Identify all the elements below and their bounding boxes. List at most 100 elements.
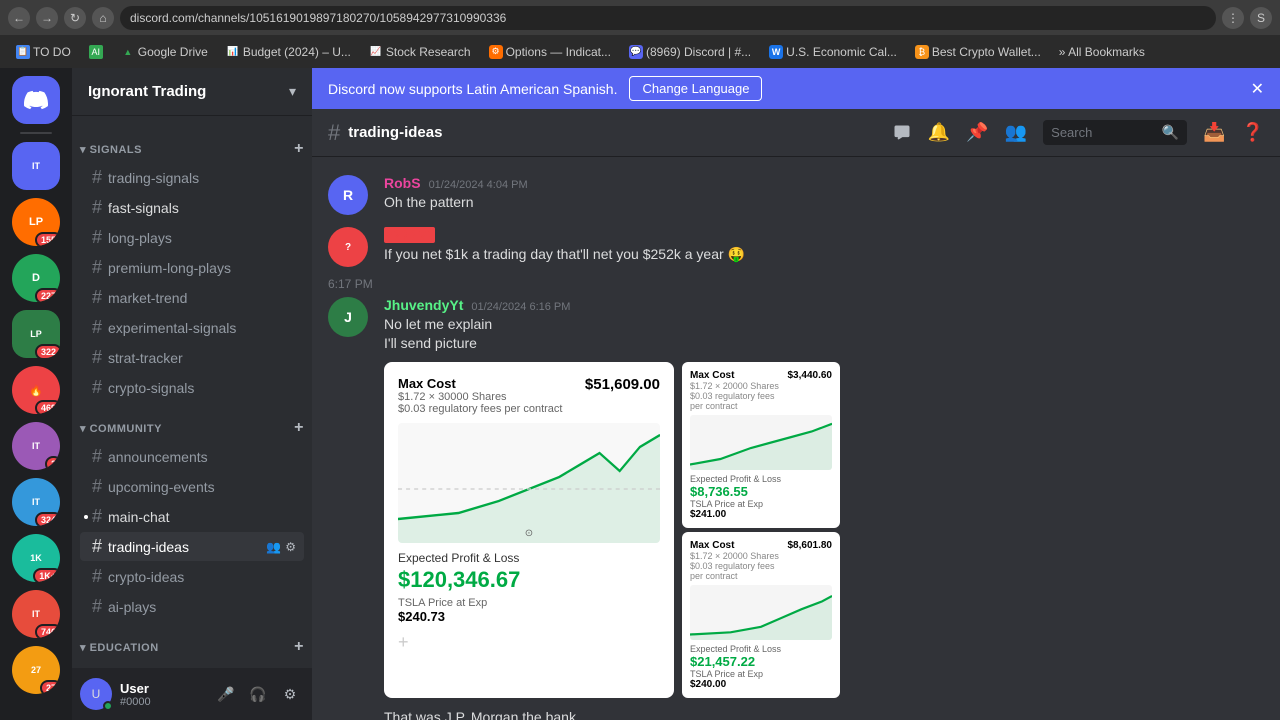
server-icon-d[interactable]: D 227 (12, 254, 60, 302)
notification-text: Discord now supports Latin American Span… (328, 81, 617, 97)
add-channel-education-icon[interactable]: + (294, 638, 304, 656)
avatar-anon[interactable]: ? (328, 227, 368, 267)
members-icon[interactable]: 👥 (1005, 122, 1027, 143)
channel-announcements[interactable]: # announcements (80, 442, 304, 471)
reload-button[interactable]: ↻ (64, 7, 86, 29)
username-robs[interactable]: RobS (384, 175, 421, 191)
forward-button[interactable]: → (36, 7, 58, 29)
server-icon-discord-home[interactable] (12, 76, 60, 124)
bookmark-todo[interactable]: 📋 TO DO (8, 43, 79, 61)
channel-crypto-ideas[interactable]: # crypto-ideas (80, 562, 304, 591)
bookmark-economic[interactable]: W U.S. Economic Cal... (761, 43, 905, 61)
channel-upcoming-events[interactable]: # upcoming-events (80, 472, 304, 501)
hash-icon-market: # (92, 287, 102, 308)
manage-members-icon[interactable]: 👥 (266, 540, 281, 554)
channel-label-ai-plays: ai-plays (108, 599, 296, 615)
change-language-button[interactable]: Change Language (629, 76, 762, 101)
threads-icon[interactable] (892, 123, 912, 143)
username-anon[interactable]: ?????? (384, 227, 435, 243)
avatar-jhuvdy[interactable]: J (328, 297, 368, 337)
card-chart-area: ⊙ (398, 423, 660, 543)
notification-bell-icon[interactable]: 🔔 (928, 122, 950, 143)
server-header[interactable]: Ignorant Trading ▾ (72, 68, 312, 116)
channel-options-guide[interactable]: # options-guide (80, 661, 304, 668)
message-text-jhuvdy-1: No let me explain (384, 315, 1264, 334)
channel-main-chat[interactable]: # main-chat (80, 502, 304, 531)
channel-premium-long-plays[interactable]: # premium-long-plays (80, 253, 304, 282)
messages-area[interactable]: R RobS 01/24/2024 4:04 PM Oh the pattern… (312, 157, 1280, 720)
expand-icon[interactable]: + (398, 632, 660, 653)
trading-card-left[interactable]: Max Cost $1.72 × 30000 Shares $0.03 regu… (384, 362, 674, 698)
channel-trading-signals[interactable]: # trading-signals (80, 163, 304, 192)
bookmark-budget[interactable]: 📊 Budget (2024) – U... (218, 43, 359, 61)
tsla-value: $240.73 (398, 609, 660, 624)
server-icon-red[interactable]: IT 746 (12, 590, 60, 638)
server-icon-orange[interactable]: 27 27 (12, 646, 60, 694)
server-icon-l[interactable]: 🔥 469 (12, 366, 60, 414)
avatar-robs[interactable]: R (328, 175, 368, 215)
channel-market-trend[interactable]: # market-trend (80, 283, 304, 312)
home-button[interactable]: ⌂ (92, 7, 114, 29)
hash-icon-ai-plays: # (92, 596, 102, 617)
bookmark-ai[interactable]: AI (81, 43, 111, 61)
channel-experimental[interactable]: # experimental-signals (80, 313, 304, 342)
settings-icon[interactable]: ⚙ (285, 540, 296, 554)
message-header-robs: RobS 01/24/2024 4:04 PM (384, 175, 1264, 191)
category-community[interactable]: ▾ COMMUNITY + (72, 403, 312, 441)
bookmark-discord[interactable]: 💬 (8969) Discord | #... (621, 43, 759, 61)
help-icon[interactable]: ❓ (1242, 122, 1264, 143)
mini-card-2[interactable]: Max Cost $1.72 × 20000 Shares $0.03 regu… (682, 532, 840, 698)
channel-ai-plays[interactable]: # ai-plays (80, 592, 304, 621)
bookmark-options[interactable]: ⚙ Options — Indicat... (481, 43, 619, 61)
address-bar[interactable]: discord.com/channels/1051619019897180270… (120, 6, 1216, 30)
channel-long-plays[interactable]: # long-plays (80, 223, 304, 252)
server-icon-lp2[interactable]: LP 322 (12, 310, 60, 358)
channel-strat-tracker[interactable]: # strat-tracker (80, 343, 304, 372)
pin-icon[interactable]: 📌 (966, 122, 988, 143)
username-jhuvdy[interactable]: JhuvendyYt (384, 297, 463, 313)
user-settings-button[interactable]: ⚙ (276, 680, 304, 708)
deafen-button[interactable]: 🎧 (244, 680, 272, 708)
banner-close-button[interactable]: ✕ (1251, 79, 1264, 99)
category-education[interactable]: ▾ EDUCATION + (72, 622, 312, 660)
channel-crypto-signals[interactable]: # crypto-signals (80, 373, 304, 402)
profile-button[interactable]: S (1250, 7, 1272, 29)
mute-button[interactable]: 🎤 (212, 680, 240, 708)
ai-favicon: AI (89, 45, 103, 59)
channel-trading-ideas[interactable]: # trading-ideas 👥 ⚙ (80, 532, 304, 561)
bookmarks-bar: 📋 TO DO AI ▲ Google Drive 📊 Budget (2024… (0, 35, 1280, 68)
bookmark-crypto[interactable]: ₿ Best Crypto Wallet... (907, 43, 1049, 61)
inbox-icon[interactable]: 📥 (1203, 122, 1225, 143)
mini-pnl-label-1: Expected Profit & Loss (690, 474, 832, 484)
mini-tsla-label-2: TSLA Price at Exp (690, 669, 832, 679)
add-channel-signals-icon[interactable]: + (294, 140, 304, 158)
mini-amount-1: $3,440.60 (788, 370, 833, 411)
server-icon-purple[interactable]: IT 2 (12, 422, 60, 470)
hash-icon-trading-ideas: # (92, 536, 102, 557)
server-icon-lp1[interactable]: LP 155 (12, 198, 60, 246)
server-badge-lp1: 155 (35, 232, 60, 246)
status-dot (103, 701, 113, 711)
budget-favicon: 📊 (226, 45, 240, 59)
pnl-value: $120,346.67 (398, 567, 660, 593)
search-bar[interactable]: Search 🔍 (1043, 120, 1187, 145)
channel-label-trading-ideas: trading-ideas (108, 539, 260, 555)
mini-card-1[interactable]: Max Cost $1.72 × 20000 Shares $0.03 regu… (682, 362, 840, 528)
server-badge-d: 227 (35, 288, 60, 302)
user-avatar[interactable]: U (80, 678, 112, 710)
bookmark-stock[interactable]: 📈 Stock Research (361, 43, 479, 61)
server-icon-teal[interactable]: 1K 1K+ (12, 534, 60, 582)
bookmark-drive[interactable]: ▲ Google Drive (113, 43, 216, 61)
category-signals[interactable]: ▾ SIGNALS + (72, 124, 312, 162)
back-button[interactable]: ← (8, 7, 30, 29)
hash-icon-long-plays: # (92, 227, 102, 248)
bookmark-all[interactable]: » All Bookmarks (1051, 43, 1153, 61)
search-icon: 🔍 (1162, 124, 1179, 141)
add-channel-community-icon[interactable]: + (294, 419, 304, 437)
server-icon-blue[interactable]: IT 324 (12, 478, 60, 526)
extensions-button[interactable]: ⋮ (1222, 7, 1244, 29)
user-panel: U User #0000 🎤 🎧 ⚙ (72, 668, 312, 720)
channel-fast-signals[interactable]: # fast-signals (80, 193, 304, 222)
server-icon-it[interactable]: IT (12, 142, 60, 190)
channel-label-options-guide: options-guide (108, 668, 296, 669)
